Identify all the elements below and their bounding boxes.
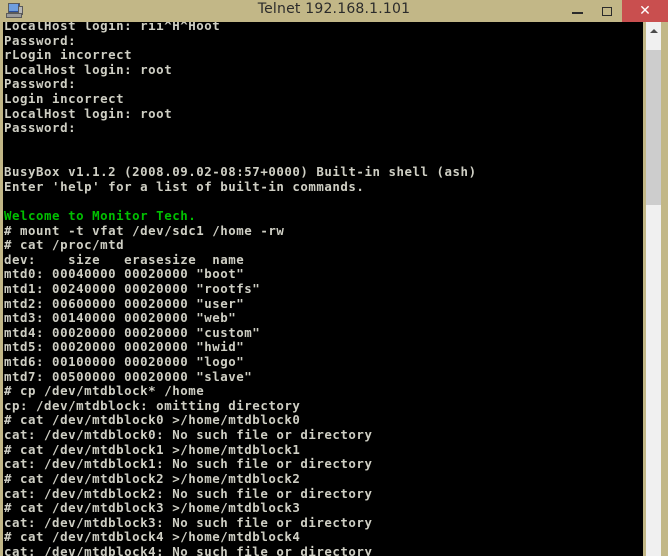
scrollbar-track[interactable] <box>646 205 661 556</box>
terminal-line: # cat /dev/mtdblock0 >/home/mtdblock0 <box>4 412 301 428</box>
minimize-button[interactable] <box>562 0 592 22</box>
terminal-line: Login incorrect <box>4 91 125 107</box>
terminal-line: # cat /dev/mtdblock3 >/home/mtdblock3 <box>4 500 301 516</box>
chevron-up-icon <box>649 28 658 33</box>
terminal-line: mtd3: 00140000 00020000 "web" <box>4 310 237 326</box>
title-bar: Telnet 192.168.1.101 ✕ <box>0 0 668 22</box>
terminal-line: mtd5: 00020000 00020000 "hwid" <box>4 339 245 355</box>
terminal-line: # cat /proc/mtd <box>4 237 125 253</box>
terminal-line: mtd1: 00240000 00020000 "rootfs" <box>4 280 261 296</box>
terminal-line: LocalHost login: root <box>4 105 173 121</box>
scroll-up-button[interactable] <box>646 22 661 39</box>
terminal-line: BusyBox v1.1.2 (2008.09.02-08:57+0000) B… <box>4 164 477 180</box>
terminal-line: cat: /dev/mtdblock0: No such file or dir… <box>4 427 373 443</box>
maximize-icon <box>602 6 612 16</box>
terminal-line: rLogin incorrect <box>4 47 133 63</box>
terminal-line: cat: /dev/mtdblock1: No such file or dir… <box>4 456 373 472</box>
close-button[interactable]: ✕ <box>622 0 668 22</box>
terminal-line: cp: /dev/mtdblock: omitting directory <box>4 397 301 413</box>
computer-icon <box>4 1 26 21</box>
terminal-screen[interactable]: LocalHost login: rii^H^Hoot Password: rLog… <box>3 22 643 556</box>
window-controls: ✕ <box>562 0 668 22</box>
scrollbar-thumb[interactable] <box>646 50 661 205</box>
terminal-line: cat: /dev/mtdblock3: No such file or dir… <box>4 514 373 530</box>
terminal-line: mtd4: 00020000 00020000 "custom" <box>4 324 261 340</box>
terminal-line: mtd2: 00600000 00020000 "user" <box>4 295 245 311</box>
minimize-icon <box>571 12 583 14</box>
terminal-line: # cat /dev/mtdblock1 >/home/mtdblock1 <box>4 441 301 457</box>
terminal-line: Welcome to Monitor Tech. <box>4 207 197 223</box>
terminal-line: LocalHost login: root <box>4 61 173 77</box>
terminal-line: # cat /dev/mtdblock2 >/home/mtdblock2 <box>4 470 301 486</box>
terminal-line: # mount -t vfat /dev/sdc1 /home -rw <box>4 222 285 238</box>
terminal-line: cat: /dev/mtdblock4: No such file or dir… <box>4 543 373 556</box>
terminal-line: mtd7: 00500000 00020000 "slave" <box>4 368 253 384</box>
vertical-scrollbar[interactable] <box>646 22 661 556</box>
close-icon: ✕ <box>639 3 651 19</box>
telnet-window: Telnet 192.168.1.101 ✕ LocalHost login: … <box>0 0 668 556</box>
terminal-line: # cp /dev/mtdblock* /home <box>4 383 205 399</box>
terminal-line: dev: size erasesize name <box>4 251 245 267</box>
terminal-line: LocalHost login: rii^H^Hoot <box>4 22 221 33</box>
window-right-edge <box>661 22 668 556</box>
terminal-frame: LocalHost login: rii^H^Hoot Password: rLog… <box>0 22 668 556</box>
terminal-line: # cat /dev/mtdblock4 >/home/mtdblock4 <box>4 529 301 545</box>
terminal-line: Enter 'help' for a list of built-in comm… <box>4 178 365 194</box>
maximize-button[interactable] <box>592 0 622 22</box>
terminal-output: LocalHost login: rii^H^Hoot Password: rLog… <box>4 22 477 556</box>
terminal-line: cat: /dev/mtdblock2: No such file or dir… <box>4 485 373 501</box>
terminal-line: Password: <box>4 32 77 48</box>
terminal-line: Password: <box>4 120 77 136</box>
terminal-line: mtd6: 00100000 00020000 "logo" <box>4 354 245 370</box>
terminal-line: Password: <box>4 76 77 92</box>
terminal-line: mtd0: 00040000 00020000 "boot" <box>4 266 245 282</box>
